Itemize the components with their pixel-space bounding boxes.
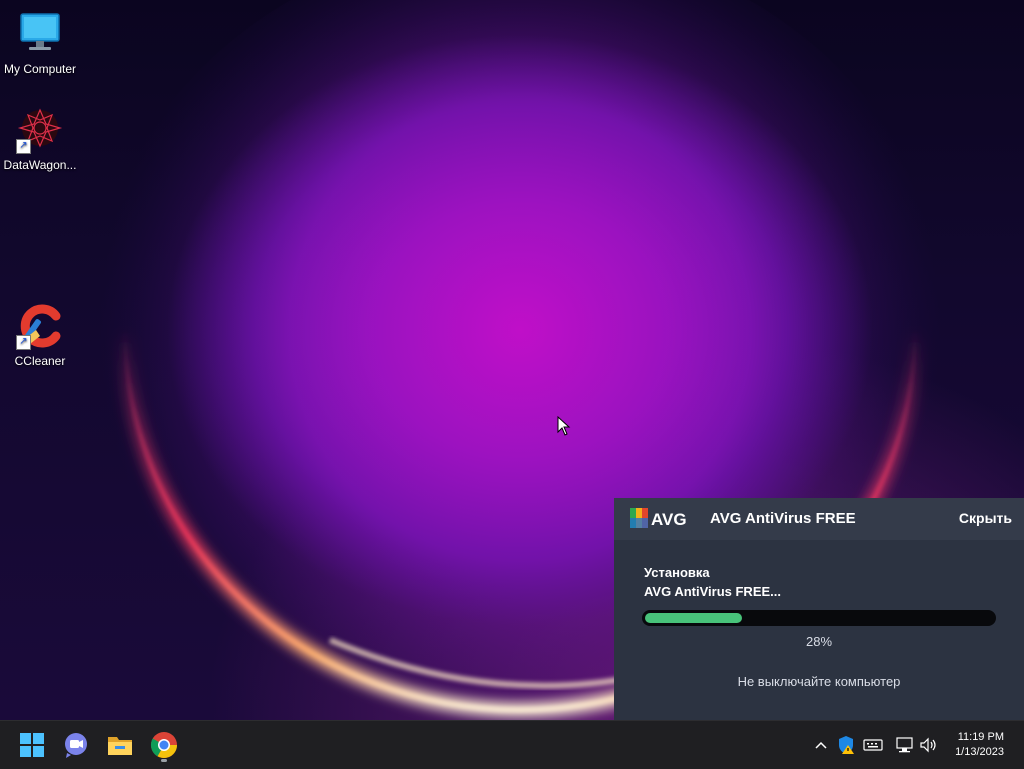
install-step-label: Установка <box>644 565 710 580</box>
ccleaner-icon: ↗ <box>16 302 64 350</box>
install-progress-percent: 28% <box>805 634 833 649</box>
keyboard-tray-button[interactable] <box>862 735 884 755</box>
install-product-label: AVG AntiVirus FREE... <box>644 584 782 599</box>
security-warning-icon <box>839 736 854 754</box>
desktop-icon-datawagon[interactable]: ↗ DataWagon... <box>0 106 80 172</box>
taskbar: 11:19 PM 1/13/2023 <box>0 720 1024 769</box>
install-progress-bar <box>642 610 996 626</box>
teams-chat-icon <box>65 733 87 758</box>
chrome-icon <box>150 732 178 759</box>
start-button[interactable] <box>16 729 48 761</box>
avg-logo: AVG <box>630 506 692 537</box>
desktop-icon-ccleaner[interactable]: ↗ CCleaner <box>0 302 80 368</box>
avg-installer-panel: AVG AVG AntiVirus FREE Скрыть Установка … <box>614 498 1024 720</box>
file-explorer-button[interactable] <box>104 729 136 761</box>
avg-header: AVG AVG AntiVirus FREE Скрыть <box>614 498 1024 540</box>
desktop-icon-label: DataWagon... <box>3 158 77 172</box>
network-icon <box>896 737 913 753</box>
mouse-pointer-icon <box>557 416 571 436</box>
teams-chat-button[interactable] <box>60 729 92 761</box>
install-progress-fill <box>645 613 742 623</box>
desktop-icon-my-computer[interactable]: My Computer <box>0 10 80 76</box>
shortcut-arrow-icon: ↗ <box>16 335 31 350</box>
clock-time: 11:19 PM <box>957 731 1004 743</box>
chrome-button[interactable] <box>148 729 180 762</box>
avg-title: AVG AntiVirus FREE <box>710 510 856 527</box>
shortcut-arrow-icon: ↗ <box>16 139 31 154</box>
system-clock[interactable]: 11:19 PM 1/13/2023 <box>934 730 1004 760</box>
clock-date: 1/13/2023 <box>955 746 1004 758</box>
chevron-up-icon <box>815 741 827 749</box>
windows-start-icon <box>20 733 44 757</box>
datawagon-app-icon: ↗ <box>16 106 64 154</box>
keyboard-icon <box>863 739 883 751</box>
do-not-turn-off-warning: Не выключайте компьютер <box>737 674 901 689</box>
desktop-icon-label: CCleaner <box>14 354 66 368</box>
monitor-icon <box>16 10 64 58</box>
network-tray-button[interactable] <box>894 735 916 755</box>
folder-icon <box>108 737 132 755</box>
avg-logo-text: AVG <box>651 510 687 529</box>
desktop-icon-label: My Computer <box>3 62 77 76</box>
hide-button[interactable]: Скрыть <box>959 510 1012 526</box>
security-tray-button[interactable] <box>836 735 856 755</box>
running-indicator <box>161 759 167 762</box>
show-hidden-icons-button[interactable] <box>812 735 830 755</box>
